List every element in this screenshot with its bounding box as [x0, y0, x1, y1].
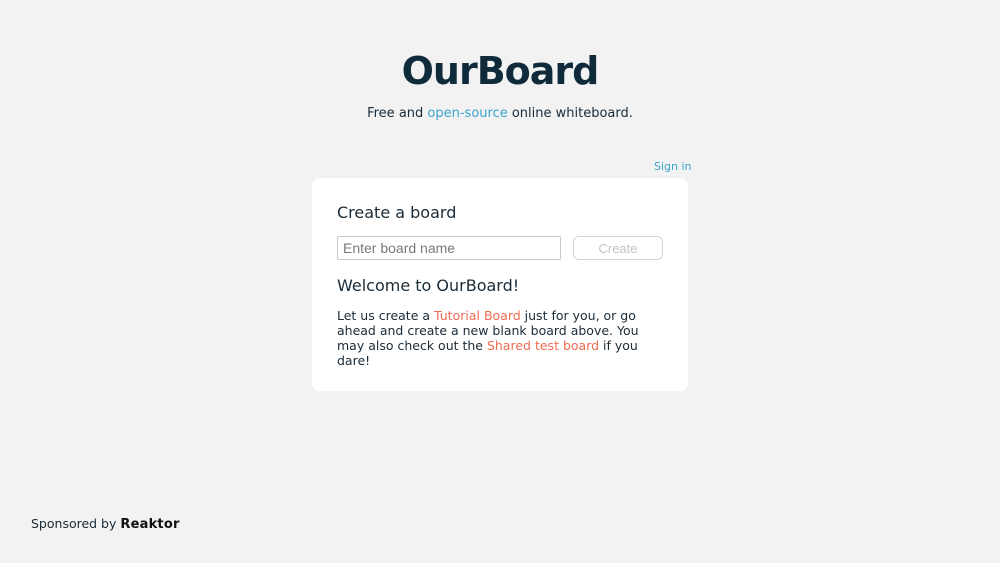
reaktor-logo[interactable]: Reaktor — [120, 517, 179, 532]
sign-in-link[interactable]: Sign in — [654, 160, 692, 174]
shared-test-board-link[interactable]: Shared test board — [487, 338, 599, 353]
board-name-input[interactable] — [337, 236, 561, 260]
page: OurBoard Free and open-source online whi… — [0, 0, 1000, 563]
create-board-card: Create a board Create Welcome to OurBoar… — [312, 178, 688, 391]
tagline-suffix: online whiteboard. — [507, 106, 633, 121]
open-source-link[interactable]: open-source — [427, 106, 507, 121]
create-button[interactable]: Create — [573, 236, 663, 260]
welcome-text: Let us create a Tutorial Board just for … — [337, 308, 667, 368]
welcome-text-1: Let us create a — [337, 308, 435, 323]
tagline: Free and open-source online whiteboard. — [0, 105, 1000, 123]
sponsor-footer: Sponsored by Reaktor — [31, 516, 180, 533]
tagline-prefix: Free and — [367, 106, 428, 121]
create-board-title: Create a board — [337, 203, 457, 222]
tutorial-board-link[interactable]: Tutorial Board — [434, 308, 521, 323]
welcome-title: Welcome to OurBoard! — [337, 276, 520, 295]
sponsored-by-label: Sponsored by — [31, 516, 121, 531]
app-logo: OurBoard — [401, 49, 600, 93]
